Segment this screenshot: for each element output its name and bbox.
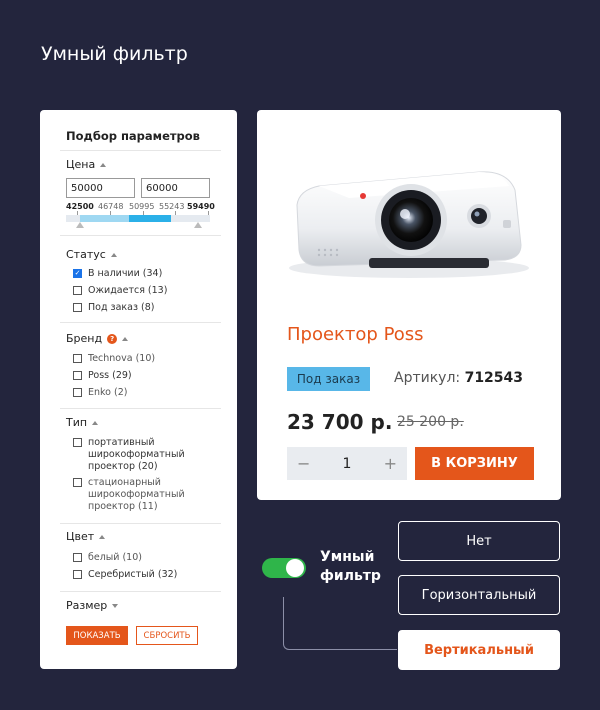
product-price: 23 700 р.	[287, 410, 393, 434]
filter-title: Подбор параметров	[66, 129, 200, 143]
chevron-up-icon	[92, 420, 99, 425]
divider	[60, 408, 221, 409]
checkbox[interactable]	[73, 388, 82, 397]
option-label-line: проектор (11)	[88, 501, 158, 512]
option-none-button[interactable]: Нет	[398, 521, 560, 561]
help-icon[interactable]: ?	[107, 333, 118, 344]
chevron-up-icon	[110, 252, 117, 257]
checkbox[interactable]	[73, 570, 82, 579]
price-max-input[interactable]	[141, 178, 210, 198]
status-label: Статус	[66, 248, 106, 261]
price-section-header[interactable]: Цена	[66, 158, 107, 171]
option-label-line: проектор (20)	[88, 461, 158, 472]
show-button[interactable]: ПОКАЗАТЬ	[66, 626, 128, 645]
option-label: Ожидается (13)	[88, 285, 168, 296]
option-label: Technova (10)	[88, 353, 156, 364]
option-label: Poss (29)	[88, 370, 132, 381]
smart-filter-label-line: Умный	[320, 549, 375, 565]
option-label: Под заказ (8)	[88, 302, 155, 313]
option-vertical-button[interactable]: Вертикальный	[398, 630, 560, 670]
type-option-portable[interactable]: портативный широкоформатный проектор (20…	[73, 437, 185, 473]
product-old-price: 25 200 р.	[397, 414, 464, 430]
product-sku: Артикул: 712543	[394, 370, 523, 386]
price-min-input[interactable]	[66, 178, 135, 198]
filter-panel: Подбор параметров Цена 42500 46748 50995…	[40, 110, 237, 669]
divider	[60, 235, 221, 236]
option-label: стационарный широкоформатный проектор (1…	[88, 477, 185, 513]
price-slider-min-handle[interactable]	[76, 222, 84, 228]
checkbox[interactable]	[73, 478, 82, 487]
option-label: портативный широкоформатный проектор (20…	[88, 437, 185, 473]
option-horizontal-button[interactable]: Горизонтальный	[398, 575, 560, 615]
divider	[60, 322, 221, 323]
option-label: Серебристый (32)	[88, 569, 178, 580]
color-section-header[interactable]: Цвет	[66, 530, 106, 543]
chevron-up-icon	[122, 336, 129, 341]
sku-label: Артикул:	[394, 370, 461, 386]
checkbox[interactable]	[73, 286, 82, 295]
checkbox[interactable]	[73, 371, 82, 380]
option-label: В наличии (34)	[88, 268, 163, 279]
color-option-silver[interactable]: Серебристый (32)	[73, 569, 177, 581]
price-slider-max-handle[interactable]	[194, 222, 202, 228]
product-image[interactable]	[279, 150, 541, 285]
brand-option-technova[interactable]: Technova (10)	[73, 353, 155, 365]
option-label-line: стационарный	[88, 477, 161, 488]
checkbox[interactable]	[73, 354, 82, 363]
sku-value: 712543	[464, 370, 524, 386]
size-section-header[interactable]: Размер	[66, 599, 119, 612]
price-slider-highlight	[80, 215, 129, 222]
size-label: Размер	[66, 599, 108, 612]
page-title: Умный фильтр	[41, 43, 188, 65]
smart-filter-label: Умный фильтр	[320, 548, 381, 586]
decrement-button[interactable]: −	[297, 454, 310, 473]
brand-section-header[interactable]: Бренд ?	[66, 332, 129, 345]
option-label: Enko (2)	[88, 387, 128, 398]
option-label-line: портативный	[88, 437, 155, 448]
brand-option-poss[interactable]: Poss (29)	[73, 370, 132, 382]
option-label-line: широкоформатный	[88, 449, 185, 460]
checkbox[interactable]	[73, 438, 82, 447]
scale-label: 55243	[159, 202, 185, 211]
scale-label: 46748	[98, 202, 124, 211]
divider	[60, 591, 221, 592]
divider	[60, 150, 221, 151]
scale-label: 59490	[187, 202, 215, 211]
option-label: белый (10)	[88, 552, 142, 563]
status-option-expected[interactable]: Ожидается (13)	[73, 285, 167, 297]
divider	[60, 523, 221, 524]
chevron-up-icon	[100, 162, 107, 167]
type-label: Тип	[66, 416, 88, 429]
quantity-value[interactable]: 1	[343, 456, 352, 472]
quantity-stepper: − 1 +	[287, 447, 407, 480]
brand-label: Бренд	[66, 332, 103, 345]
scale-label: 50995	[129, 202, 155, 211]
product-card: Проектор Poss Под заказ Артикул: 712543 …	[257, 110, 561, 500]
chevron-down-icon	[112, 603, 119, 608]
increment-button[interactable]: +	[384, 454, 397, 473]
color-option-white[interactable]: белый (10)	[73, 552, 142, 564]
type-option-stationary[interactable]: стационарный широкоформатный проектор (1…	[73, 477, 185, 513]
toggle-knob	[286, 559, 304, 577]
smart-filter-toggle[interactable]	[262, 558, 306, 578]
option-label-line: широкоформатный	[88, 489, 185, 500]
checkbox[interactable]	[73, 303, 82, 312]
reset-button[interactable]: СБРОСИТЬ	[136, 626, 198, 645]
status-option-on-order[interactable]: Под заказ (8)	[73, 302, 155, 314]
smart-filter-label-line: фильтр	[320, 568, 381, 584]
price-label: Цена	[66, 158, 96, 171]
connector-line	[283, 597, 397, 650]
status-section-header[interactable]: Статус	[66, 248, 117, 261]
status-option-in-stock[interactable]: ✓ В наличии (34)	[73, 268, 162, 280]
brand-option-enko[interactable]: Enko (2)	[73, 387, 127, 399]
product-title[interactable]: Проектор Poss	[287, 324, 424, 345]
checkbox-checked[interactable]: ✓	[73, 269, 82, 278]
type-section-header[interactable]: Тип	[66, 416, 99, 429]
status-badge: Под заказ	[287, 367, 370, 391]
chevron-up-icon	[99, 534, 106, 539]
checkbox[interactable]	[73, 553, 82, 562]
add-to-cart-button[interactable]: В КОРЗИНУ	[415, 447, 534, 480]
scale-label: 42500	[66, 202, 94, 211]
color-label: Цвет	[66, 530, 95, 543]
